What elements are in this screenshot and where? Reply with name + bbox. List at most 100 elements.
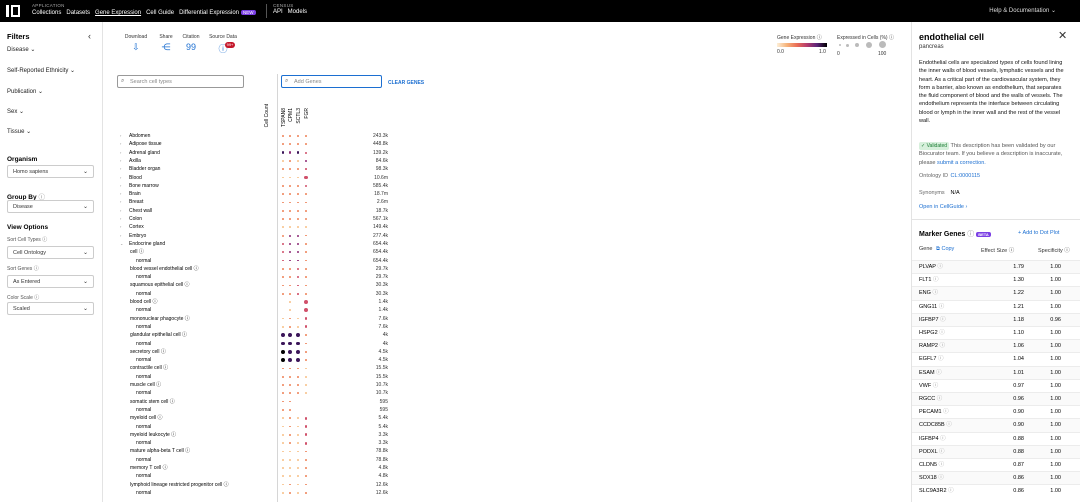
nav-datasets[interactable]: Datasets	[66, 10, 90, 16]
expression-dot[interactable]	[305, 384, 307, 386]
expression-dot[interactable]	[305, 284, 307, 287]
info-icon[interactable]: ⓘ	[967, 231, 974, 238]
info-icon[interactable]: ⓘ	[938, 475, 944, 481]
expression-dot[interactable]	[288, 358, 292, 363]
expression-dot[interactable]	[289, 442, 291, 444]
expression-dot[interactable]	[289, 242, 291, 245]
expression-dot[interactable]	[297, 201, 299, 204]
expression-dot[interactable]	[305, 243, 307, 245]
expression-dot[interactable]	[305, 168, 307, 171]
gene-header-cpm1[interactable]: CPM1	[288, 108, 294, 122]
expression-dot[interactable]	[296, 358, 300, 363]
marker-gene-row[interactable]: FLT1 ⓘ 1.30 1.00	[912, 273, 1080, 286]
group-row[interactable]: normal 654.4k	[116, 257, 388, 265]
expand-row-icon[interactable]: ›	[120, 165, 121, 173]
effect-size-header[interactable]: Effect Size ⓘ	[981, 246, 1014, 254]
expression-dot[interactable]	[289, 367, 291, 370]
expression-dot[interactable]	[297, 168, 299, 171]
info-icon[interactable]: ⓘ	[948, 488, 954, 494]
expression-dot[interactable]	[282, 450, 284, 453]
expression-dot[interactable]	[305, 251, 307, 254]
expression-dot[interactable]	[282, 242, 284, 245]
expand-row-icon[interactable]: ›	[120, 132, 121, 140]
expand-row-icon[interactable]: ›	[120, 182, 121, 190]
info-icon[interactable]: ⓘ	[937, 264, 943, 270]
tissue-row[interactable]: › Abdomen 243.3k	[116, 132, 388, 140]
expression-dot[interactable]	[282, 392, 284, 395]
marker-gene-row[interactable]: PODXL ⓘ 0.88 1.00	[912, 444, 1080, 459]
info-icon[interactable]: ⓘ	[936, 370, 942, 376]
expression-dot[interactable]	[282, 284, 284, 287]
expression-dot[interactable]	[305, 450, 307, 453]
cell-type-row[interactable]: squamous epithelial cell ⓘ 30.3k	[116, 281, 388, 289]
cell-type-search[interactable]: ⌕ Search cell types	[117, 75, 244, 88]
info-icon[interactable]: ⓘ	[933, 277, 939, 283]
group-row[interactable]: normal 30.3k	[116, 290, 388, 298]
submit-correction-link[interactable]: submit a correction.	[937, 160, 986, 166]
info-icon[interactable]: ⓘ	[939, 304, 945, 310]
info-icon[interactable]: ⓘ	[939, 343, 945, 349]
cell-type-row[interactable]: contractile cell ⓘ 15.5k	[116, 364, 388, 372]
expression-dot[interactable]	[289, 433, 291, 436]
expression-dot[interactable]	[297, 292, 299, 295]
expression-dot[interactable]	[305, 492, 307, 494]
filter-sex[interactable]: Sex ⌄	[7, 108, 24, 115]
marker-gene-row[interactable]: PLVAP ⓘ 1.79 1.00	[912, 260, 1080, 274]
info-icon[interactable]: ⓘ	[938, 356, 944, 362]
expression-dot[interactable]	[282, 326, 284, 328]
group-row[interactable]: normal 15.5k	[116, 373, 388, 381]
expression-dot[interactable]	[289, 409, 291, 411]
logo-icon[interactable]	[6, 4, 20, 18]
expression-dot[interactable]	[282, 209, 284, 212]
marker-gene-row[interactable]: SLC9A3R2 ⓘ 0.86 1.00	[912, 484, 1080, 497]
group-row[interactable]: normal 3.3k	[116, 439, 388, 447]
expression-dot[interactable]	[297, 267, 299, 270]
gene-header-tspan8[interactable]: TSPAN8	[281, 108, 287, 127]
expression-dot[interactable]	[305, 367, 307, 370]
gene-header-sctl3[interactable]: SCTL3	[296, 108, 302, 124]
expression-dot[interactable]	[282, 201, 284, 204]
cell-type-row[interactable]: blood vessel endothelial cell ⓘ 29.7k	[116, 265, 388, 273]
expression-dot[interactable]	[282, 458, 284, 461]
share-button[interactable]: Share ⋲	[155, 34, 177, 53]
marker-gene-row[interactable]: RAMP2 ⓘ 1.06 1.00	[912, 339, 1080, 353]
group-by-select[interactable]: Disease ⌄	[7, 200, 94, 213]
nav-gene-expression[interactable]: Gene Expression	[95, 10, 141, 16]
expression-dot[interactable]	[289, 458, 291, 461]
expression-dot[interactable]	[289, 292, 291, 295]
expression-dot[interactable]	[297, 226, 299, 229]
expression-dot[interactable]	[282, 184, 284, 187]
expression-dot[interactable]	[297, 458, 299, 461]
expression-dot[interactable]	[282, 218, 284, 220]
expression-dot[interactable]	[304, 300, 308, 304]
expression-dot[interactable]	[305, 334, 307, 337]
expression-dot[interactable]	[289, 417, 291, 420]
info-icon[interactable]: ⓘ	[946, 422, 952, 428]
expression-dot[interactable]	[282, 475, 284, 478]
expression-dot[interactable]	[305, 475, 307, 478]
group-row[interactable]: normal 78.8k	[116, 456, 388, 464]
info-icon[interactable]: ⓘ	[42, 237, 47, 243]
expression-dot[interactable]	[297, 450, 299, 453]
expression-dot[interactable]	[289, 326, 291, 328]
expression-dot[interactable]	[289, 201, 291, 204]
expression-dot[interactable]	[305, 458, 307, 461]
info-icon[interactable]: ⓘ	[939, 330, 945, 336]
info-icon[interactable]: ⓘ	[943, 409, 949, 415]
info-icon[interactable]: ⓘ	[34, 266, 39, 272]
tissue-row[interactable]: › Breast 2.6m	[116, 198, 388, 206]
expression-dot[interactable]	[297, 417, 299, 420]
expression-dot[interactable]	[305, 267, 307, 270]
group-row[interactable]: normal 12.6k	[116, 489, 388, 497]
info-icon[interactable]: ⓘ	[933, 383, 939, 389]
group-row[interactable]: normal 4k	[116, 340, 388, 348]
specificity-header[interactable]: Specificity ⓘ	[1038, 246, 1070, 254]
expression-dot[interactable]	[282, 367, 284, 370]
expression-dot[interactable]	[289, 284, 291, 287]
expression-dot[interactable]	[282, 417, 284, 420]
expression-dot[interactable]	[282, 160, 284, 162]
expression-dot[interactable]	[289, 492, 291, 494]
group-row[interactable]: normal 10.7k	[116, 389, 388, 397]
marker-gene-row[interactable]: CLDN5 ⓘ 0.87 1.00	[912, 458, 1080, 471]
expression-dot[interactable]	[305, 151, 307, 154]
